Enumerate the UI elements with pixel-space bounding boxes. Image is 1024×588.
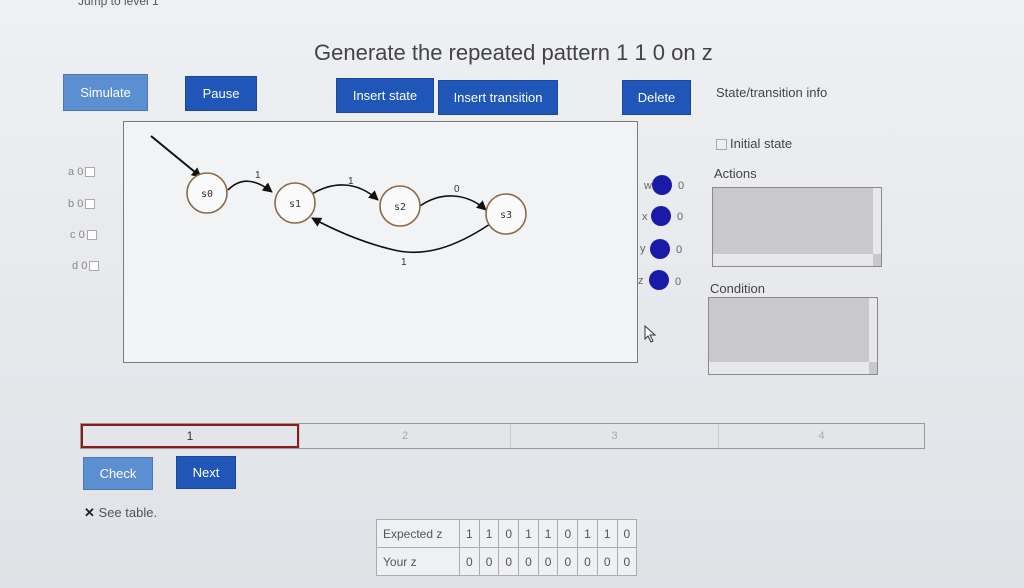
diagram-canvas[interactable]: s0 s1 s2 s3 1 1 0 1: [123, 121, 638, 363]
input-a-name: a: [68, 166, 75, 178]
initial-arrow[interactable]: [150, 135, 202, 178]
transition-s2-s3[interactable]: [419, 195, 487, 211]
results-table: Expected z 1 1 0 1 1 0 1 1 0 Your z 0 0 …: [376, 519, 638, 576]
table-cell: 1: [577, 519, 598, 548]
output-w-name: w: [644, 180, 652, 192]
transition-s0-s1-label: 1: [255, 170, 261, 181]
table-row: Your z 0 0 0 0 0 0 0 0 0: [376, 547, 638, 576]
state-s2-label: s2: [394, 202, 406, 213]
expected-z-label: Expected z: [376, 519, 460, 548]
table-cell: 1: [537, 519, 559, 548]
state-s0-label: s0: [201, 189, 213, 200]
input-b-value: 0: [77, 198, 84, 210]
state-diagram[interactable]: s0 s1 s2 s3 1 1 0 1: [124, 122, 637, 362]
simulate-button[interactable]: Simulate: [63, 74, 148, 111]
table-cell: 0: [557, 519, 579, 548]
input-c-checkbox[interactable]: [86, 230, 97, 241]
output-x-indicator: [651, 206, 671, 226]
condition-vertical-scrollbar[interactable]: [869, 298, 877, 362]
output-y-name: y: [640, 243, 646, 255]
table-cell: 1: [596, 519, 618, 548]
output-y-indicator: [650, 239, 670, 259]
initial-state-option[interactable]: Initial state: [716, 136, 792, 151]
transition-s0-s1[interactable]: [227, 180, 273, 193]
input-d-value: 0: [81, 260, 88, 272]
input-a[interactable]: a 0: [68, 166, 96, 178]
initial-state-label: Initial state: [730, 136, 793, 151]
insert-state-button[interactable]: Insert state: [336, 78, 434, 113]
table-cell: 0: [557, 547, 579, 576]
state-s3-label: s3: [500, 210, 512, 221]
transition-s1-s2-label: 1: [348, 176, 354, 187]
table-cell: 1: [459, 519, 480, 548]
state-transition-info-heading: State/transition info: [716, 85, 828, 100]
transition-s1-s2[interactable]: [311, 184, 379, 201]
see-table-link[interactable]: ✕ See table.: [84, 505, 157, 521]
condition-textarea[interactable]: [708, 297, 878, 375]
output-z-indicator: [649, 270, 669, 290]
output-w-indicator: [652, 175, 672, 195]
page-title: Generate the repeated pattern 1 1 0 on z: [314, 40, 713, 65]
condition-label: Condition: [710, 281, 765, 296]
actions-horizontal-scrollbar[interactable]: [713, 254, 873, 266]
table-cell: 0: [537, 547, 559, 576]
transition-s2-s3-label: 0: [454, 184, 460, 195]
transition-s3-s1-label: 1: [401, 257, 407, 268]
table-cell: 0: [478, 547, 500, 576]
progress-step-4[interactable]: 4: [718, 424, 924, 448]
input-a-value: 0: [77, 166, 84, 178]
input-d-name: d: [72, 260, 79, 272]
input-b-checkbox[interactable]: [85, 199, 96, 210]
level-progress-bar: 1 2 3 4: [80, 423, 925, 449]
state-s1-label: s1: [289, 199, 301, 210]
input-c[interactable]: c 0: [70, 229, 97, 241]
input-a-checkbox[interactable]: [85, 167, 96, 178]
next-button[interactable]: Next: [176, 456, 236, 489]
table-cell: 0: [498, 519, 520, 548]
actions-vertical-scrollbar[interactable]: [873, 188, 881, 254]
close-icon: ✕: [84, 505, 95, 520]
input-d-checkbox[interactable]: [89, 261, 100, 272]
actions-label: Actions: [714, 166, 757, 181]
delete-button[interactable]: Delete: [622, 80, 691, 115]
input-c-name: c: [70, 229, 76, 241]
table-cell: 0: [518, 547, 539, 576]
progress-step-3[interactable]: 3: [510, 424, 718, 448]
table-cell: 0: [498, 547, 520, 576]
your-z-label: Your z: [376, 547, 460, 576]
table-cell: 1: [518, 519, 539, 548]
output-z-name: z: [638, 275, 644, 287]
condition-horizontal-scrollbar[interactable]: [709, 362, 869, 374]
table-cell: 0: [459, 547, 480, 576]
output-x-value: 0: [677, 211, 684, 223]
input-b[interactable]: b 0: [68, 198, 96, 210]
check-button[interactable]: Check: [83, 457, 153, 490]
see-table-text: See table.: [98, 505, 158, 520]
initial-state-checkbox[interactable]: [716, 139, 727, 151]
progress-step-1[interactable]: 1: [81, 424, 299, 448]
table-row: Expected z 1 1 0 1 1 0 1 1 0: [376, 519, 638, 548]
table-cell: 0: [616, 519, 638, 548]
output-w-value: 0: [678, 180, 685, 192]
jump-to-level-link[interactable]: Jump to level 1: [78, 0, 159, 8]
mouse-cursor-icon: [644, 325, 657, 343]
input-c-value: 0: [78, 229, 85, 241]
progress-step-2[interactable]: 2: [299, 424, 510, 448]
table-cell: 0: [596, 547, 618, 576]
output-x-name: x: [642, 211, 648, 223]
output-y-value: 0: [676, 244, 683, 256]
input-d[interactable]: d 0: [72, 260, 100, 272]
pause-button[interactable]: Pause: [185, 76, 257, 111]
actions-textarea[interactable]: [712, 187, 882, 267]
table-cell: 0: [616, 547, 638, 576]
output-z-value: 0: [675, 276, 682, 288]
table-cell: 1: [478, 519, 500, 548]
table-cell: 0: [577, 547, 598, 576]
input-b-name: b: [68, 198, 75, 210]
insert-transition-button[interactable]: Insert transition: [438, 80, 558, 115]
